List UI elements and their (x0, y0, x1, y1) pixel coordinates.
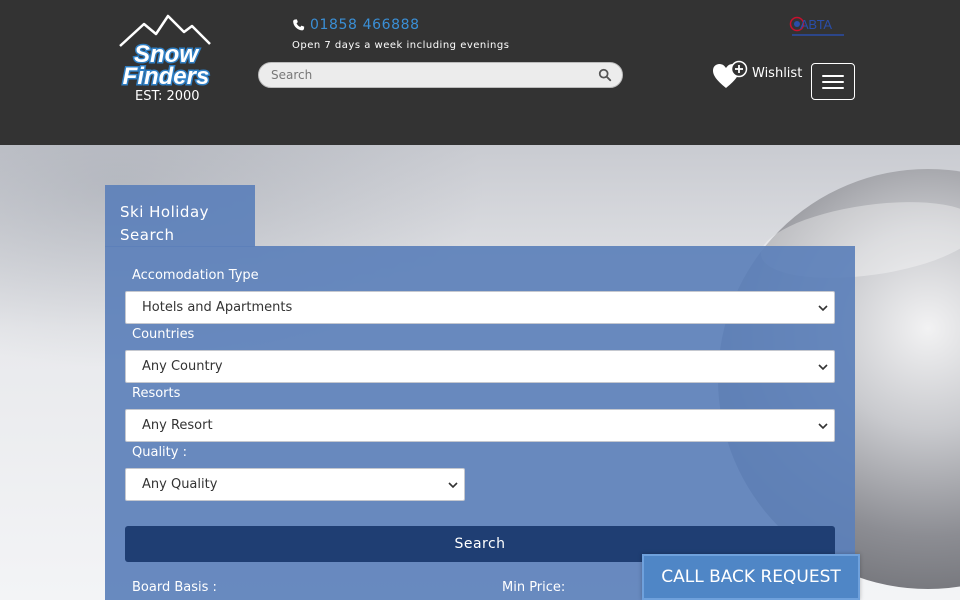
logo-line2: Finders (123, 63, 210, 89)
quality-value: Any Quality (142, 477, 218, 492)
countries-select[interactable]: Any Country (125, 350, 835, 383)
wishlist-label: Wishlist (752, 66, 803, 81)
menu-bar-icon (822, 81, 844, 83)
wishlist-link[interactable]: Wishlist (712, 60, 804, 92)
accommodation-type-label: Accomodation Type (132, 268, 259, 283)
chevron-down-icon (818, 364, 828, 371)
countries-label: Countries (132, 327, 195, 342)
chevron-down-icon (448, 482, 458, 489)
resorts-label: Resorts (132, 386, 181, 401)
chevron-down-icon (818, 423, 828, 430)
phone-icon (293, 19, 305, 31)
chevron-down-icon (818, 305, 828, 312)
site-header: Snow Finders EST: 2000 01858 466888 Open… (0, 0, 960, 145)
hamburger-menu-button[interactable] (811, 63, 855, 100)
search-tab-title: Ski Holiday Search (120, 203, 210, 244)
abta-text: ABTA (800, 17, 832, 32)
resorts-select[interactable]: Any Resort (125, 409, 835, 442)
ski-holiday-search-tab[interactable]: Ski Holiday Search (105, 185, 255, 247)
search-icon[interactable] (598, 68, 612, 82)
quality-select[interactable]: Any Quality (125, 468, 465, 501)
logo-mountain-icon: Snow Finders (119, 14, 211, 89)
abta-logo: ABTA (788, 14, 848, 40)
phone-row[interactable]: 01858 466888 (292, 15, 420, 35)
min-price-label: Min Price: (502, 580, 566, 595)
call-back-request-button[interactable]: CALL BACK REQUEST (642, 554, 860, 600)
menu-bar-icon (822, 87, 844, 89)
quality-label: Quality : (132, 445, 187, 460)
heart-plus-icon (713, 60, 748, 88)
opening-hours-text: Open 7 days a week including evenings (292, 40, 510, 51)
phone-number[interactable]: 01858 466888 (310, 17, 420, 33)
site-search[interactable] (258, 62, 623, 88)
accommodation-type-value: Hotels and Apartments (142, 300, 293, 315)
menu-bar-icon (822, 75, 844, 77)
accommodation-type-select[interactable]: Hotels and Apartments (125, 291, 835, 324)
board-basis-label: Board Basis : (132, 580, 217, 595)
established-text: EST: 2000 (135, 89, 200, 104)
countries-value: Any Country (142, 359, 223, 374)
resorts-value: Any Resort (142, 418, 213, 433)
search-input[interactable] (271, 66, 591, 84)
